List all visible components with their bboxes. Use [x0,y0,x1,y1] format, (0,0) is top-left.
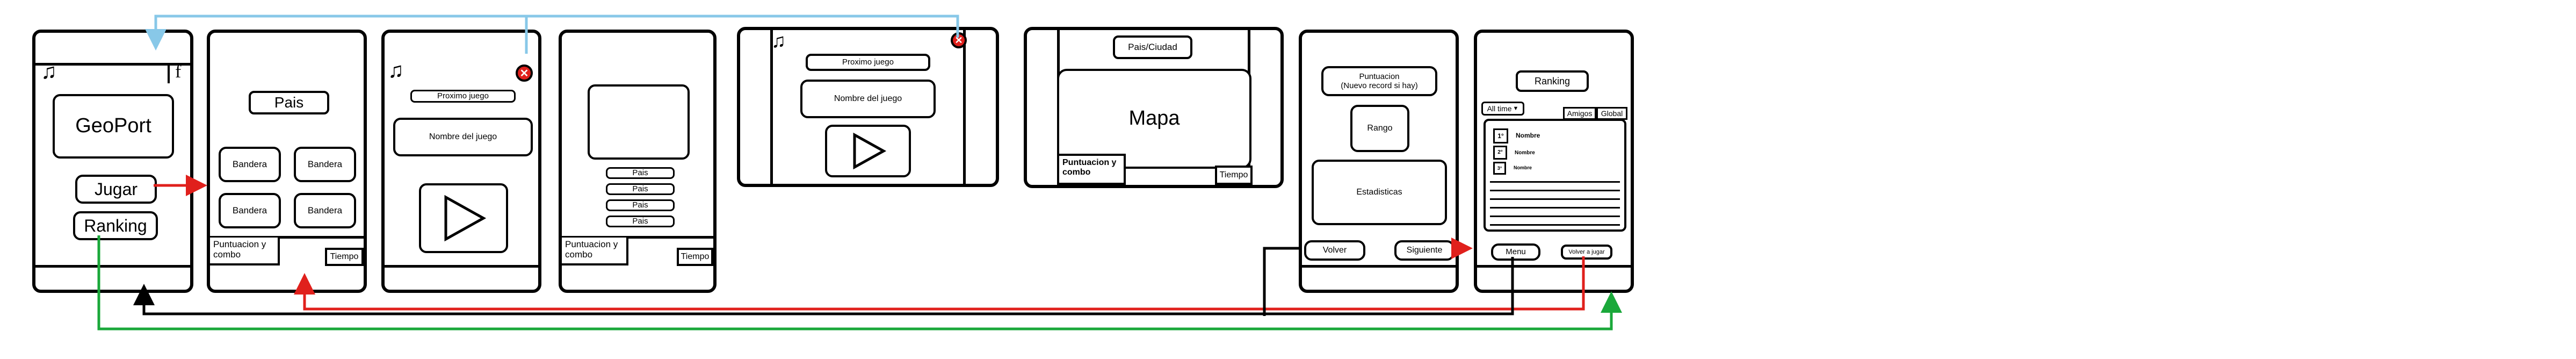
flow-arrows [97,15,1622,331]
arrow-close-to-home-portrait [145,15,528,54]
arrow-back-to-home [1263,247,1301,316]
wireframe-flow-diagram: ♫ f GeoPort Jugar Ranking Pais Bandera B… [0,0,2576,359]
arrow-play-again-to-game [294,256,1585,311]
arrow-menu-to-home [133,257,1514,315]
arrow-close-to-home [526,15,959,38]
